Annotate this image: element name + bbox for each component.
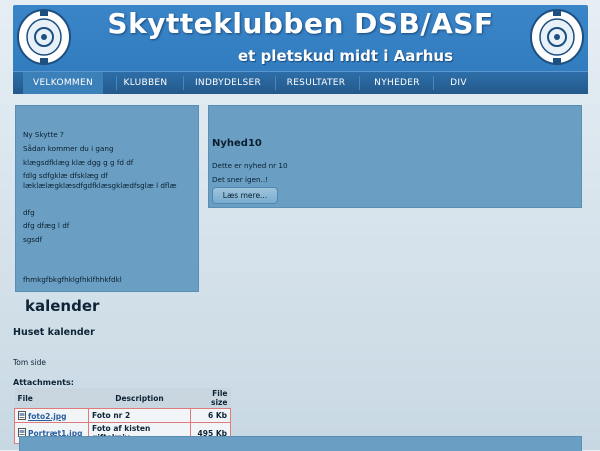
column-header-size: File size <box>190 388 231 409</box>
column-header-description: Description <box>88 388 191 409</box>
intro-text: dfg dfæg l df <box>23 221 70 230</box>
nav-item-nyheder[interactable]: NYHEDER <box>367 72 427 94</box>
footer-panel <box>19 436 582 451</box>
intro-text: Sådan kommer du i gang <box>23 144 114 153</box>
nav-item-velkommen[interactable]: VELKOMMEN <box>23 72 103 94</box>
nav-item-div[interactable]: DIV <box>441 72 476 94</box>
site-tagline: et pletskud midt i Aarhus <box>238 47 454 65</box>
intro-text: dfg <box>23 208 35 217</box>
image-file-icon <box>18 410 26 420</box>
intro-text: klægsdfklæg klæ dgg g g fd df <box>23 158 134 167</box>
nav-separator <box>359 76 360 90</box>
attachments-label: Attachments: <box>13 378 74 387</box>
intro-text: læklælægklæsdfgdfklæsgklædfsglæ l dflæ <box>23 181 177 190</box>
size-cell: 6 Kb <box>190 408 231 423</box>
intro-text: sgsdf <box>23 235 43 244</box>
description-cell: Foto nr 2 <box>88 408 191 423</box>
section-heading: Huset kalender <box>13 327 95 338</box>
intro-text: fdlg sdfgklæ dfsklæg df <box>23 171 108 180</box>
table-row: foto2.jpg Foto nr 2 6 Kb <box>14 408 231 423</box>
news-text: Det sner igen..! <box>212 175 269 184</box>
column-header-file: File <box>14 388 89 409</box>
news-text: Dette er nyhed nr 10 <box>212 161 288 170</box>
intro-heading: Ny Skytte ? <box>23 130 64 139</box>
nav-separator <box>116 76 117 90</box>
news-title: Nyhed10 <box>212 138 262 149</box>
nav-separator <box>433 76 434 90</box>
nav-separator <box>275 76 276 90</box>
nav-item-klubben[interactable]: KLUBBEN <box>118 72 173 94</box>
table-header-row: File Description File size <box>14 388 231 409</box>
site-title: Skytteklubben DSB/ASF <box>107 7 494 40</box>
attachment-link[interactable]: foto2.jpg <box>28 412 67 421</box>
intro-text: fhmkgfbkgfhklgfhklfhhkfdkl <box>23 275 122 284</box>
nav-separator <box>183 76 184 90</box>
nav-item-resultater[interactable]: RESULTATER <box>281 72 351 94</box>
nav-item-indbydelser[interactable]: INDBYDELSER <box>188 72 268 94</box>
page-title: kalender <box>25 297 100 315</box>
main-nav: VELKOMMEN KLUBBEN INDBYDELSER RESULTATER… <box>13 71 588 94</box>
news-panel: Nyhed10 Dette er nyhed nr 10 Det sner ig… <box>208 105 582 208</box>
site-header: Skytteklubben DSB/ASF et pletskud midt i… <box>13 5 588 94</box>
intro-panel: Ny Skytte ? Sådan kommer du i gang klægs… <box>15 105 199 292</box>
file-cell: foto2.jpg <box>14 408 89 423</box>
body-text: Tom side <box>13 358 46 367</box>
read-more-button[interactable]: Læs mere... <box>212 187 278 204</box>
